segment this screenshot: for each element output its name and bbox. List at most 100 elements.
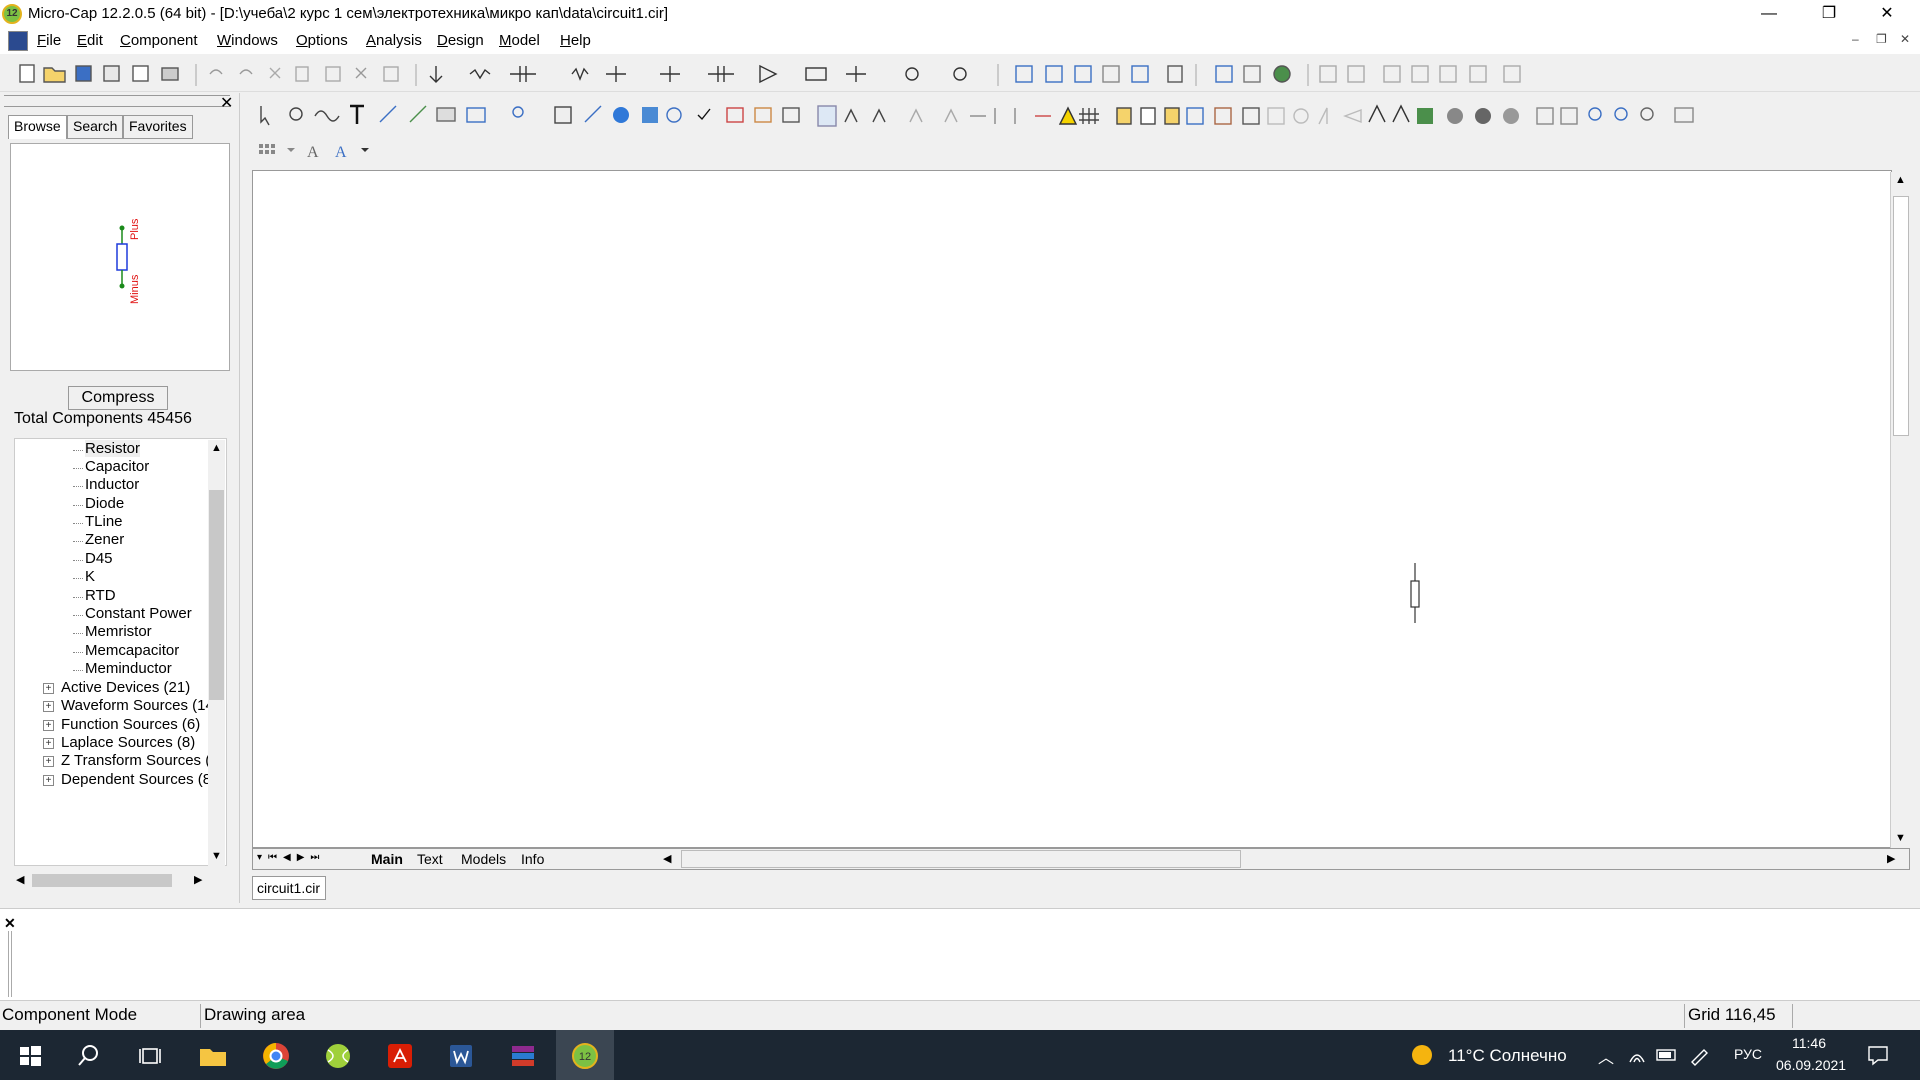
status-grid: Grid 116,45	[1688, 1005, 1776, 1024]
tab-favorites[interactable]: Favorites	[123, 115, 193, 139]
tree-group-dependent-sources[interactable]: Dependent Sources (8	[61, 771, 211, 788]
scroll-up-icon[interactable]: ▲	[211, 442, 222, 454]
mdi-minimize-button[interactable]: –	[1852, 32, 1859, 46]
canvas-vertical-scrollbar[interactable]: ▲ ▼	[1890, 172, 1910, 848]
scroll-right-icon[interactable]: ▶	[1887, 852, 1895, 865]
resistor-preview-symbol	[116, 225, 128, 289]
tree-item-memristor[interactable]: Memristor	[85, 623, 152, 640]
expand-icon[interactable]: +	[43, 756, 54, 767]
pin-label-plus: Plus	[129, 218, 141, 240]
scroll-left-icon[interactable]: ◀	[16, 873, 24, 886]
canvas-horizontal-scrollbar[interactable]	[681, 850, 1241, 868]
svg-text:12: 12	[579, 1051, 591, 1063]
acrobat-icon[interactable]	[384, 1040, 416, 1072]
menu-design[interactable]: Design	[437, 32, 484, 49]
microcap-icon[interactable]: 12	[569, 1040, 601, 1072]
menu-model[interactable]: Model	[499, 32, 540, 49]
tray-chevron-icon[interactable]: ︿	[1598, 1044, 1614, 1068]
compress-button[interactable]: Compress	[68, 386, 168, 410]
title-bar: 12 Micro-Cap 12.2.0.5 (64 bit) - [D:\уче…	[0, 0, 1920, 28]
file-explorer-icon[interactable]	[197, 1040, 229, 1072]
pen-icon[interactable]	[1688, 1044, 1710, 1066]
tab-browse[interactable]: Browse	[8, 115, 67, 139]
expand-icon[interactable]: +	[43, 701, 54, 712]
tree-group-z-transform-sources[interactable]: Z Transform Sources (	[61, 752, 210, 769]
task-view-icon[interactable]	[134, 1040, 166, 1072]
panel-grip[interactable]	[4, 95, 230, 107]
menu-windows[interactable]: Windows	[217, 32, 278, 49]
scroll-down-icon[interactable]: ▼	[1895, 832, 1906, 844]
output-close-icon[interactable]: ✕	[4, 915, 16, 932]
expand-icon[interactable]: +	[43, 738, 54, 749]
mdi-close-button[interactable]: ✕	[1900, 32, 1910, 46]
tree-item-meminductor[interactable]: Meminductor	[85, 660, 172, 677]
menu-component[interactable]: Component	[120, 32, 198, 49]
weather-text[interactable]: 11°C Солнечно	[1448, 1046, 1567, 1066]
panel-close-icon[interactable]: ✕	[220, 93, 233, 113]
component-toolbar-icons[interactable]	[255, 98, 1915, 134]
menu-analysis[interactable]: Analysis	[366, 32, 422, 49]
winrar-icon[interactable]	[507, 1040, 539, 1072]
tree-item-rtd[interactable]: RTD	[85, 587, 116, 604]
schematic-drawing-area[interactable]	[252, 170, 1892, 848]
windows-start-icon[interactable]	[14, 1040, 46, 1072]
scroll-down-icon[interactable]: ▼	[211, 850, 222, 862]
menu-file[interactable]: File	[37, 32, 61, 49]
scroll-thumb[interactable]	[1893, 196, 1909, 436]
scroll-right-icon[interactable]: ▶	[194, 873, 202, 886]
weather-sun-icon[interactable]	[1410, 1043, 1434, 1067]
expand-icon[interactable]: +	[43, 683, 54, 694]
minimize-button[interactable]: —	[1740, 0, 1798, 28]
scroll-thumb[interactable]	[32, 874, 172, 887]
tree-item-diode[interactable]: Diode	[85, 495, 124, 512]
clock-time[interactable]: 11:46	[1792, 1035, 1826, 1051]
tree-vertical-scrollbar[interactable]: ▲ ▼	[208, 440, 225, 868]
restore-button[interactable]: ❐	[1800, 0, 1858, 28]
file-tab-circuit1[interactable]: circuit1.cir	[252, 876, 326, 900]
page-nav-icons[interactable]: ▾⏮◀▶⏭	[257, 852, 325, 863]
scroll-thumb[interactable]	[209, 490, 224, 700]
network-icon[interactable]	[1628, 1046, 1646, 1064]
clock-date[interactable]: 06.09.2021	[1776, 1057, 1846, 1073]
tree-group-function-sources[interactable]: Function Sources (6)	[61, 716, 200, 733]
tab-models[interactable]: Models	[461, 851, 506, 867]
menu-edit[interactable]: Edit	[77, 32, 103, 49]
expand-icon[interactable]: +	[43, 720, 54, 731]
grid-toolbar-icons[interactable]: A A	[255, 138, 395, 164]
language-indicator[interactable]: РУС	[1734, 1046, 1762, 1062]
app-icon[interactable]: 12	[2, 4, 22, 24]
scroll-left-icon[interactable]: ◀	[663, 852, 671, 865]
tab-search[interactable]: Search	[67, 115, 124, 139]
tree-item-resistor[interactable]: Resistor	[85, 440, 141, 457]
menu-help[interactable]: Help	[560, 32, 591, 49]
battery-icon[interactable]	[1656, 1048, 1678, 1062]
tree-group-laplace-sources[interactable]: Laplace Sources (8)	[61, 734, 195, 751]
tab-info[interactable]: Info	[521, 851, 544, 867]
tree-item-d45[interactable]: D45	[85, 550, 113, 567]
tree-group-waveform-sources[interactable]: Waveform Sources (14	[61, 697, 214, 714]
tree-item-capacitor[interactable]: Capacitor	[85, 458, 149, 475]
tree-item-inductor[interactable]: Inductor	[85, 476, 139, 493]
tennis-ball-icon[interactable]	[322, 1040, 354, 1072]
chrome-icon[interactable]	[260, 1040, 292, 1072]
expand-icon[interactable]: +	[43, 775, 54, 786]
tab-text[interactable]: Text	[417, 851, 443, 867]
tree-item-constant-power[interactable]: Constant Power	[85, 605, 192, 622]
close-button[interactable]: ✕	[1858, 0, 1916, 28]
output-grip[interactable]	[8, 931, 12, 997]
menu-options[interactable]: Options	[296, 32, 348, 49]
mdi-restore-button[interactable]: ❐	[1876, 32, 1887, 46]
document-icon[interactable]	[8, 31, 28, 51]
tree-item-zener[interactable]: Zener	[85, 531, 124, 548]
main-toolbar-icons[interactable]	[0, 56, 1920, 92]
tree-item-tline[interactable]: TLine	[85, 513, 123, 530]
scroll-up-icon[interactable]: ▲	[1895, 174, 1906, 186]
tree-item-k[interactable]: K	[85, 568, 95, 585]
tree-group-active-devices[interactable]: Active Devices (21)	[61, 679, 190, 696]
tree-item-memcapacitor[interactable]: Memcapacitor	[85, 642, 179, 659]
notifications-icon[interactable]	[1866, 1044, 1890, 1066]
tab-main[interactable]: Main	[371, 851, 403, 867]
tree-horizontal-scrollbar[interactable]: ◀ ▶	[14, 872, 210, 889]
search-icon[interactable]	[73, 1040, 105, 1072]
word-icon[interactable]	[445, 1040, 477, 1072]
